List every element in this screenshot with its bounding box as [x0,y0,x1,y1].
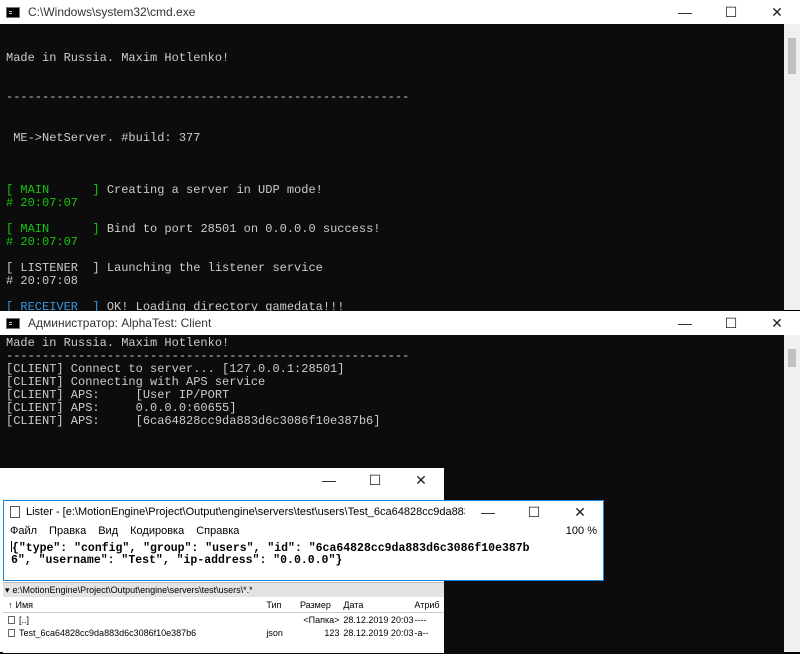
zoom-level: 100 % [565,525,597,537]
column-attr[interactable]: Атриб [414,600,444,610]
menu-item[interactable]: Файл [10,525,37,537]
client-window-title: Администратор: AlphaTest: Client [28,316,212,330]
lister-menubar: Файл Правка Вид Кодировка Справка 100 % [4,523,603,539]
menu-item[interactable]: Справка [196,525,239,537]
column-type[interactable]: Тип [266,600,300,610]
lister-window: Lister - [e:\MotionEngine\Project\Output… [3,500,604,581]
file-list: [..] <Папка> 28.12.2019 20:03 ---- Test_6ca6… [3,613,444,639]
lister-titlebar[interactable]: Lister - [e:\MotionEngine\Project\Output… [4,501,603,523]
column-name[interactable]: ↑ Имя [3,600,266,610]
log-entry: [ MAIN ] Bind to port 28501 on 0.0.0.0 s… [6,223,784,249]
menu-item[interactable]: Кодировка [130,525,184,537]
server-console-window: C:\Windows\system32\cmd.exe — ☐ ✕ Made i… [0,0,800,312]
maximize-button[interactable]: ☐ [708,0,754,24]
sort-arrow-icon: ↑ [8,599,13,610]
column-size[interactable]: Размер [300,600,343,610]
header-line: Made in Russia. Maxim Hotlenko! [6,51,230,65]
close-button[interactable]: ✕ [398,468,444,492]
file-size: <Папка> [303,614,340,625]
file-name: Test_6ca64828cc9da883d6c3086f10e387b6 [19,627,197,638]
dropdown-arrow-icon[interactable]: ▾ [5,585,10,596]
minimize-button[interactable]: — [306,468,352,492]
log-message: Bind to port 28501 on 0.0.0.0 success! [99,222,381,236]
log-tag: [ MAIN ] [6,183,100,197]
maximize-button[interactable]: ☐ [511,500,557,524]
file-size: 123 [324,627,340,638]
client-scrollbar-thumb[interactable] [788,349,796,367]
file-name: [..] [19,614,30,625]
log-tag: [ MAIN ] [6,222,100,236]
server-scrollbar[interactable] [784,24,800,310]
file-panel: ▾ e:\MotionEngine\Project\Output\engine\… [3,582,444,653]
server-log-list: [ MAIN ] Creating a server in UDP mode! #… [6,184,784,313]
minimize-button[interactable]: — [465,500,511,524]
separator-line: ----------------------------------------… [6,90,410,104]
client-titlebar[interactable]: Администратор: AlphaTest: Client — ☐ ✕ [0,311,800,335]
content-line-2: 6", "username": "Test", "ip-address": "0… [11,554,343,567]
log-tag: [ LISTENER ] [6,261,100,275]
log-message: Launching the listener service [99,261,323,275]
log-time: # 20:07:08 [6,274,79,288]
current-path: e:\MotionEngine\Project\Output\engine\se… [12,585,253,595]
server-scrollbar-thumb[interactable] [788,38,796,74]
lister-window-title: Lister - [e:\MotionEngine\Project\Output… [26,506,465,518]
file-date: 28.12.2019 20:03 [343,627,414,638]
log-time: # 20:07:07 [6,196,79,210]
client-scrollbar[interactable] [784,335,800,652]
file-icon [8,628,15,637]
file-attr: -a-- [414,627,429,638]
menu-item[interactable]: Вид [98,525,118,537]
close-button[interactable]: ✕ [557,500,603,524]
maximize-button[interactable]: ☐ [708,311,754,335]
file-attr: ---- [414,614,427,625]
log-message: Creating a server in UDP mode! [99,183,323,197]
server-window-title: C:\Windows\system32\cmd.exe [28,5,196,19]
maximize-button[interactable]: ☐ [352,468,398,492]
minimize-button[interactable]: — [662,311,708,335]
file-column-headers: ↑ Имя Тип Размер Дата Атриб [3,597,444,613]
column-date[interactable]: Дата [343,600,414,610]
lister-content[interactable]: {"type": "config", "group": "users", "id… [4,539,603,567]
close-button[interactable]: ✕ [754,311,800,335]
menu-item[interactable]: Правка [49,525,86,537]
server-console-output[interactable]: Made in Russia. Maxim Hotlenko! --------… [0,24,784,312]
file-row[interactable]: Test_6ca64828cc9da883d6c3086f10e387b6 jso… [3,626,444,639]
minimize-button[interactable]: — [662,0,708,24]
log-entry: [ MAIN ] Creating a server in UDP mode! #… [6,184,784,210]
server-titlebar[interactable]: C:\Windows\system32\cmd.exe — ☐ ✕ [0,0,800,24]
parent-folder-icon [8,615,15,624]
build-line: ME->NetServer. #build: 377 [6,131,201,145]
lister-app-icon [10,506,20,518]
log-time: # 20:07:07 [6,235,79,249]
file-type: json [266,627,283,638]
path-bar[interactable]: ▾ e:\MotionEngine\Project\Output\engine\… [3,583,444,597]
console-app-icon [6,317,20,329]
file-date: 28.12.2019 20:03 [343,614,414,625]
log-entry: [ LISTENER ] Launching the listener serv… [6,262,784,288]
client-output-line: [CLIENT] APS: [6ca64828cc9da883d6c3086f1… [6,414,381,428]
file-row[interactable]: [..] <Папка> 28.12.2019 20:03 ---- [3,613,444,626]
close-button[interactable]: ✕ [754,0,800,24]
console-app-icon [6,6,20,18]
